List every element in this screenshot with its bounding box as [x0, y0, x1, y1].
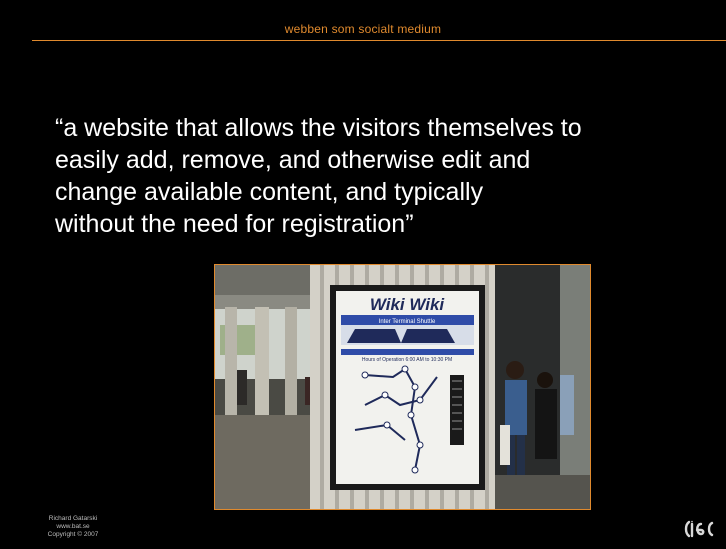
quote-line: change available content, and typically	[55, 178, 484, 206]
quote-line: “a website that allows the visitors them…	[55, 114, 582, 142]
slide-header-title: webben som socialt medium	[284, 22, 442, 36]
wiki-definition-quote: “a website that allows the visitors them…	[55, 112, 695, 240]
quote-line: easily add, remove, and otherwise edit a…	[55, 146, 531, 174]
footer-copyright: Copyright © 2007	[47, 531, 99, 538]
copyright-footer: Richard Gatarski www.bat.se Copyright © …	[18, 515, 128, 539]
sign-hours: Hours of Operation 6:00 AM to 10:30 PM	[362, 357, 452, 363]
footer-website: www.bat.se	[56, 523, 90, 530]
footer-author: Richard Gatarski	[48, 515, 98, 522]
brand-logo-icon	[684, 520, 714, 538]
sign-subtitle: Inter Terminal Shuttle	[379, 319, 436, 325]
wiki-wiki-shuttle-photo: Wiki Wiki Inter Terminal Shuttle Hours o…	[214, 264, 591, 510]
slide: webben som socialt medium “a website tha…	[0, 0, 726, 549]
sign-title: Wiki Wiki	[370, 295, 446, 314]
header-divider	[32, 40, 726, 41]
quote-line: without the need for registration”	[55, 210, 414, 238]
photo-illustration: Wiki Wiki Inter Terminal Shuttle Hours o…	[215, 265, 590, 509]
